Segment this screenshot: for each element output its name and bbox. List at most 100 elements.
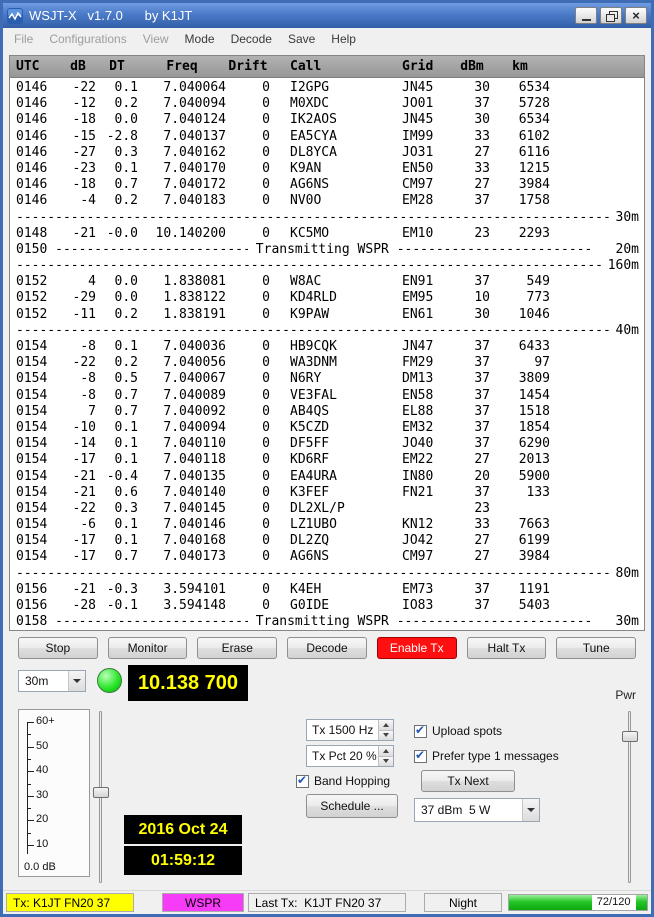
decode-row[interactable]: 0152-290.01.8381220KD4RLDEM9510773 — [10, 290, 644, 306]
decode-row[interactable]: 0152-110.21.8381910K9PAWEN61301046 — [10, 307, 644, 323]
decode-row[interactable]: 0154-170.17.0401680DL2ZQJO42276199 — [10, 533, 644, 549]
tx-freq-spinner[interactable]: Tx 1500 Hz — [306, 719, 394, 741]
date-display: 2016 Oct 24 — [124, 815, 242, 844]
slider-handle[interactable] — [93, 787, 109, 798]
decode-row[interactable]: 015240.01.8380810W8ACEN9137549 — [10, 274, 644, 290]
menu-save[interactable]: Save — [280, 30, 323, 48]
decode-row[interactable]: 0154-220.37.0401450DL2XL/P23 — [10, 501, 644, 517]
header-freq: Freq — [138, 59, 226, 74]
decode-row[interactable]: 0154-140.17.0401100DF5FFJO40376290 — [10, 436, 644, 452]
meter-scale-label: 30 — [36, 789, 48, 801]
meter-scale-label: 40 — [36, 764, 48, 776]
power-select[interactable]: 37 dBm 5 W — [414, 798, 540, 822]
halt-tx-button[interactable]: Halt Tx — [467, 637, 547, 659]
spin-down-icon[interactable] — [379, 731, 393, 741]
receive-indicator-lamp — [97, 668, 122, 693]
frequency-display: 10.138 700 — [128, 665, 248, 701]
meter-scale-label: 20 — [36, 813, 48, 825]
decode-row[interactable]: 0154-80.17.0400360HB9CQKJN47376433 — [10, 339, 644, 355]
decode-row[interactable]: 0154-100.17.0400940K5CZDEM32371854 — [10, 420, 644, 436]
checkbox-box: ✔ — [414, 725, 427, 738]
menu-help[interactable]: Help — [323, 30, 364, 48]
decode-row[interactable]: 0148-21-0.010.1402000KC5MOEM10232293 — [10, 226, 644, 242]
restore-button[interactable] — [600, 7, 622, 24]
menu-mode[interactable]: Mode — [177, 30, 223, 48]
enable-tx-button[interactable]: Enable Tx — [377, 637, 457, 659]
checkbox-box: ✔ — [296, 775, 309, 788]
signal-meter: 60+5040302010 0.0 dB — [18, 709, 90, 877]
band-select-value: 30m — [19, 674, 68, 688]
decode-row[interactable]: 0154-220.27.0400560WA3DNMFM293797 — [10, 355, 644, 371]
decode-row[interactable]: 0154-210.67.0401400K3FEFFN2137133 — [10, 485, 644, 501]
tx-pct-value: Tx Pct 20 % — [307, 746, 378, 766]
stop-button[interactable]: Stop — [18, 637, 98, 659]
decode-row[interactable]: 0154-80.57.0400670N6RYDM13373809 — [10, 371, 644, 387]
prefer-type1-checkbox[interactable]: ✔ Prefer type 1 messages — [414, 749, 559, 763]
band-separator-row: ----------------------------------------… — [10, 210, 644, 226]
header-grid: Grid — [396, 59, 454, 74]
title-bar[interactable]: WSJT-X v1.7.0 by K1JT × — [3, 3, 651, 28]
header-dt: DT — [96, 59, 138, 74]
menu-decode[interactable]: Decode — [223, 30, 280, 48]
band-select[interactable]: 30m — [18, 670, 86, 692]
spin-down-icon[interactable] — [379, 757, 393, 767]
transmit-row: 0150 -----------------------------------… — [10, 242, 644, 258]
progress-fill — [509, 895, 592, 910]
decode-row[interactable]: 0154-80.77.0400890VE3FALEN58371454 — [10, 388, 644, 404]
tx-progress-bar: 72/120 — [508, 894, 648, 911]
schedule-button[interactable]: Schedule ... — [306, 794, 398, 818]
decode-row[interactable]: 0154-170.17.0401180KD6RFEM22272013 — [10, 452, 644, 468]
upload-spots-checkbox[interactable]: ✔ Upload spots — [414, 724, 502, 738]
header-drift: Drift — [226, 59, 270, 74]
decode-table: UTC dB DT Freq Drift Call Grid dBm km 01… — [9, 55, 645, 631]
decode-button[interactable]: Decode — [287, 637, 367, 659]
tx-next-button[interactable]: Tx Next — [421, 770, 515, 792]
transmit-row: 0158 -----------------------------------… — [10, 614, 644, 630]
tx-pct-spinner[interactable]: Tx Pct 20 % — [306, 745, 394, 767]
clock-display: 2016 Oct 24 01:59:12 — [124, 815, 242, 877]
band-separator-row: ----------------------------------------… — [10, 323, 644, 339]
tx-status-panel: Tx: K1JT FN20 37 — [6, 893, 134, 912]
decode-row[interactable]: 0156-28-0.13.5941480G0IDEIO83375403 — [10, 598, 644, 614]
decode-row[interactable]: 0146-270.37.0401620DL8YCAJO31276116 — [10, 145, 644, 161]
menu-file[interactable]: File — [6, 30, 41, 48]
status-bar: Tx: K1JT FN20 37 WSPR Last Tx: K1JT FN20… — [3, 890, 651, 914]
monitor-button[interactable]: Monitor — [108, 637, 188, 659]
menu-configurations[interactable]: Configurations — [41, 30, 134, 48]
decode-row[interactable]: 0146-120.27.0400940M0XDCJO01375728 — [10, 96, 644, 112]
mode-panel: WSPR — [162, 893, 244, 912]
checkbox-label: Upload spots — [432, 724, 502, 738]
tune-button[interactable]: Tune — [556, 637, 636, 659]
spin-up-icon[interactable] — [379, 720, 393, 731]
progress-cap — [636, 895, 647, 910]
decode-row[interactable]: 0154-170.77.0401730AG6NSCM97273984 — [10, 549, 644, 565]
header-db: dB — [60, 59, 96, 74]
decode-row[interactable]: 0154-60.17.0401460LZ1UBOKN12337663 — [10, 517, 644, 533]
chevron-down-icon — [522, 799, 539, 821]
decode-row[interactable]: 0146-180.07.0401240IK2AOSJN45306534 — [10, 112, 644, 128]
meter-scale-label: 60+ — [36, 715, 55, 727]
decode-row[interactable]: 0146-15-2.87.0401370EA5CYAIM99336102 — [10, 129, 644, 145]
menu-view[interactable]: View — [135, 30, 177, 48]
decode-row[interactable]: 0156-21-0.33.5941010K4EHEM73371191 — [10, 582, 644, 598]
decode-row[interactable]: 0146-230.17.0401700K9ANEN50331215 — [10, 161, 644, 177]
band-separator-row: ----------------------------------------… — [10, 566, 644, 582]
meter-reading: 0.0 dB — [24, 861, 56, 873]
main-button-row: Stop Monitor Erase Decode Enable Tx Halt… — [18, 637, 636, 659]
decode-row[interactable]: 0146-220.17.0400640I2GPGJN45306534 — [10, 80, 644, 96]
decode-row[interactable]: 015470.77.0400920AB4QSEL88371518 — [10, 404, 644, 420]
minimize-button[interactable] — [575, 7, 597, 24]
band-hopping-checkbox[interactable]: ✔ Band Hopping — [296, 774, 390, 788]
erase-button[interactable]: Erase — [197, 637, 277, 659]
meter-scale-label: 50 — [36, 740, 48, 752]
slider-handle[interactable] — [622, 731, 638, 742]
decode-row[interactable]: 0146-180.77.0401720AG6NSCM97273984 — [10, 177, 644, 193]
rx-gain-slider[interactable] — [93, 709, 109, 885]
band-separator-row: ----------------------------------------… — [10, 258, 644, 274]
checkbox-label: Band Hopping — [314, 774, 390, 788]
spin-up-icon[interactable] — [379, 746, 393, 757]
decode-row[interactable]: 0154-21-0.47.0401350EA4URAIN80205900 — [10, 469, 644, 485]
close-button[interactable]: × — [625, 7, 647, 24]
tx-power-slider[interactable] — [622, 709, 638, 885]
decode-row[interactable]: 0146-40.27.0401830NV0OEM28371758 — [10, 193, 644, 209]
